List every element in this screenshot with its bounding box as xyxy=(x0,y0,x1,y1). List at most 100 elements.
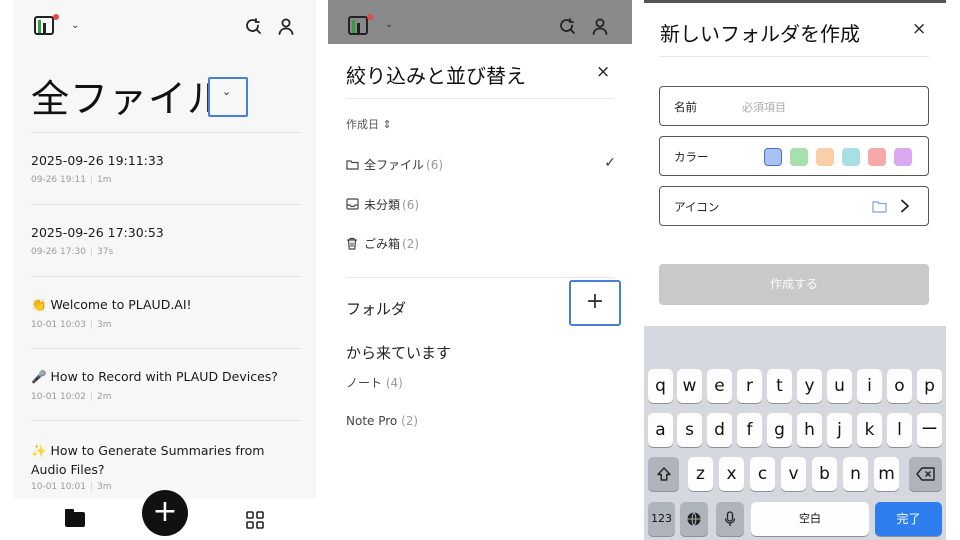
file-meta: 09-26 17:30 | 37s xyxy=(31,247,114,257)
key-k[interactable]: k xyxy=(857,413,882,447)
key-u[interactable]: u xyxy=(827,369,852,403)
chevron-down-icon[interactable]: ⌄ xyxy=(71,20,79,31)
key-y[interactable]: y xyxy=(797,369,822,403)
icon-label: アイコン xyxy=(674,200,720,214)
key-d[interactable]: d xyxy=(707,413,732,447)
app-logo-icon[interactable] xyxy=(34,14,59,36)
key-i[interactable]: i xyxy=(857,369,882,403)
file-title: 2025-09-26 17:30:53 xyxy=(31,225,164,240)
color-swatch-teal[interactable] xyxy=(842,148,860,166)
source-item-note[interactable]: ノート (4) xyxy=(346,374,403,391)
new-recording-button[interactable]: + xyxy=(142,490,188,536)
key-v[interactable]: v xyxy=(781,457,806,491)
close-button[interactable]: × xyxy=(596,64,610,81)
folder-icon xyxy=(872,201,887,213)
divider xyxy=(346,98,614,99)
dimmed-top-bar: ⌄ xyxy=(328,0,632,44)
key-g[interactable]: g xyxy=(767,413,792,447)
key-c[interactable]: c xyxy=(750,457,775,491)
microphone-key[interactable] xyxy=(716,502,744,536)
list-item[interactable]: ✨ How to Generate Summaries from Audio F… xyxy=(31,420,301,496)
shift-key[interactable] xyxy=(648,457,679,491)
folder-icon xyxy=(346,159,364,173)
key-x[interactable]: x xyxy=(719,457,744,491)
key-p[interactable]: p xyxy=(917,369,942,403)
color-swatch-green[interactable] xyxy=(790,148,808,166)
chevron-down-icon: ⌄ xyxy=(385,19,394,30)
key-f[interactable]: f xyxy=(737,413,762,447)
backspace-icon xyxy=(915,467,935,481)
file-meta: 09-26 19:11 | 1m xyxy=(31,175,112,185)
done-key[interactable]: 完了 xyxy=(875,502,942,536)
color-swatch-red[interactable] xyxy=(868,148,886,166)
key-z[interactable]: z xyxy=(688,457,713,491)
profile-icon xyxy=(592,18,608,35)
key-s[interactable]: s xyxy=(677,413,702,447)
key-o[interactable]: o xyxy=(887,369,912,403)
space-key[interactable]: 空白 xyxy=(751,502,869,536)
app-logo-icon xyxy=(348,14,373,36)
name-field[interactable]: 名前 必須項目 xyxy=(659,86,929,126)
list-item[interactable]: 🎤 How to Record with PLAUD Devices? 10-0… xyxy=(31,348,301,420)
new-folder-screen: 新しいフォルダを作成 × 名前 必須項目 カラー アイコン 作成する q w e… xyxy=(644,0,946,540)
key-long-dash[interactable]: ー xyxy=(917,413,942,447)
backspace-key[interactable] xyxy=(909,457,942,491)
icon-field[interactable]: アイコン xyxy=(659,186,929,226)
close-button[interactable]: × xyxy=(912,21,926,38)
folder-section-heading: フォルダ xyxy=(346,300,407,318)
name-placeholder: 必須項目 xyxy=(742,101,786,114)
key-l[interactable]: l xyxy=(887,413,912,447)
key-r[interactable]: r xyxy=(737,369,762,403)
key-t[interactable]: t xyxy=(767,369,792,403)
numbers-key[interactable]: 123 xyxy=(648,502,675,536)
sheet-title: 絞り込みと並び替え xyxy=(346,64,526,88)
search-refresh-icon[interactable] xyxy=(244,17,262,35)
list-item[interactable]: 2025-09-26 19:11:33 09-26 19:11 | 1m xyxy=(31,132,301,204)
file-title: 2025-09-26 19:11:33 xyxy=(31,153,164,168)
top-edge xyxy=(644,0,946,3)
top-bar: ⌄ xyxy=(14,8,316,44)
globe-key[interactable] xyxy=(680,502,708,536)
filter-uncategorized[interactable]: 未分類 (6) xyxy=(346,196,616,216)
divider xyxy=(659,56,929,57)
on-screen-keyboard: q w e r t y u i o p a s d f g h j k l ー … xyxy=(644,326,946,540)
key-w[interactable]: w xyxy=(677,369,702,403)
profile-icon[interactable] xyxy=(277,17,295,35)
file-list: 2025-09-26 19:11:33 09-26 19:11 | 1m 2025-… xyxy=(31,132,301,496)
key-h[interactable]: h xyxy=(797,413,822,447)
list-item[interactable]: 2025-09-26 17:30:53 09-26 17:30 | 37s xyxy=(31,204,301,276)
inbox-icon xyxy=(346,198,364,213)
filter-trash[interactable]: ごみ箱 (2) xyxy=(346,235,616,255)
color-swatch-purple[interactable] xyxy=(894,148,912,166)
filter-all-files[interactable]: 全ファイル (6) ✓ xyxy=(346,155,616,176)
key-q[interactable]: q xyxy=(648,369,673,403)
sort-selector[interactable]: 作成日 ⇕ xyxy=(346,116,392,132)
source-section-heading: から来ています xyxy=(346,344,452,362)
file-meta: 10-01 10:02 | 2m xyxy=(31,392,112,402)
checkmark-icon: ✓ xyxy=(604,155,616,171)
name-label: 名前 xyxy=(674,100,697,114)
list-item[interactable]: 👏 Welcome to PLAUD.AI! 10-01 10:03 | 3m xyxy=(31,276,301,348)
add-folder-button[interactable]: + xyxy=(569,280,621,326)
search-refresh-icon xyxy=(560,18,575,34)
color-swatch-blue[interactable] xyxy=(764,148,782,166)
color-label: カラー xyxy=(674,150,709,164)
shift-icon xyxy=(656,467,671,481)
folder-icon[interactable] xyxy=(65,509,85,527)
file-title: 👏 Welcome to PLAUD.AI! xyxy=(31,297,192,312)
key-m[interactable]: m xyxy=(874,457,899,491)
key-j[interactable]: j xyxy=(827,413,852,447)
color-swatch-orange[interactable] xyxy=(816,148,834,166)
source-item-note-pro[interactable]: Note Pro (2) xyxy=(346,414,418,428)
filter-sort-screen: ⌄ 絞り込みと並び替え × 作成日 ⇕ 全ファイル (6) ✓ 未分類 (6) ごみ… xyxy=(328,0,632,540)
key-e[interactable]: e xyxy=(707,369,732,403)
globe-icon xyxy=(687,512,701,526)
file-title: 🎤 How to Record with PLAUD Devices? xyxy=(31,369,278,384)
create-button[interactable]: 作成する xyxy=(659,264,929,305)
apps-grid-icon[interactable] xyxy=(245,510,265,530)
key-n[interactable]: n xyxy=(843,457,868,491)
key-a[interactable]: a xyxy=(648,413,673,447)
page-title: 全ファイル xyxy=(31,77,227,121)
title-dropdown-button[interactable]: ⌄ xyxy=(208,77,248,117)
key-b[interactable]: b xyxy=(812,457,837,491)
